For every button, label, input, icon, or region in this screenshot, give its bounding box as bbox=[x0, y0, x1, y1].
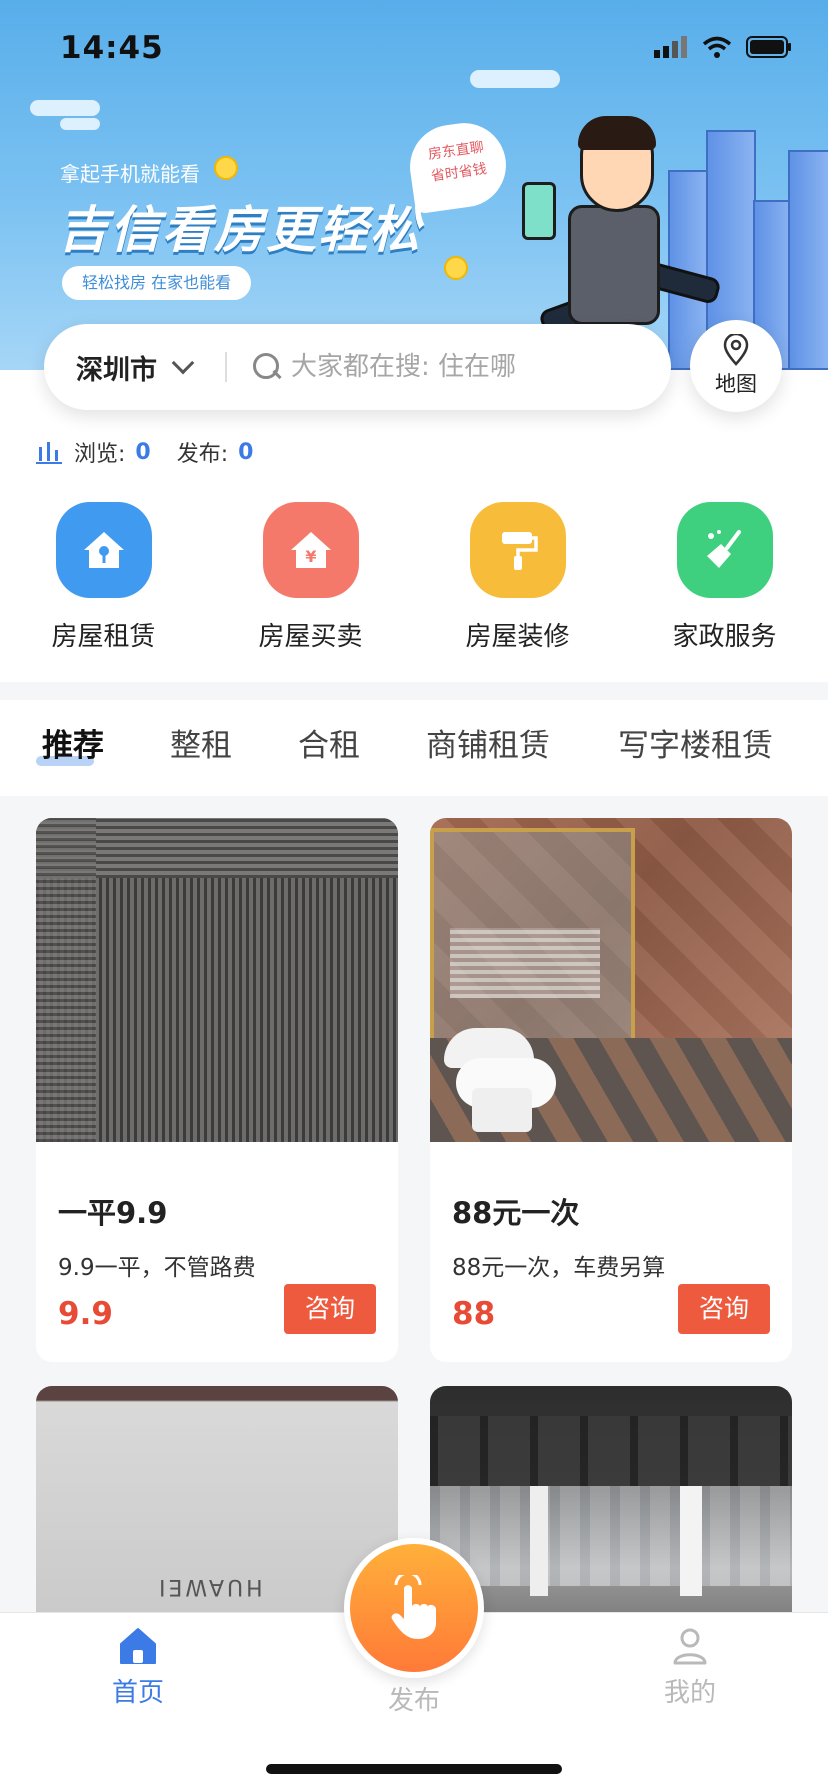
banner-pill: 轻松找房 在家也能看 bbox=[62, 266, 252, 300]
listing-card[interactable]: 一平9.9 9.9一平，不管路费 9.9 咨询 bbox=[36, 818, 398, 1362]
listing-title: 一平9.9 bbox=[58, 1196, 168, 1230]
search-input[interactable] bbox=[291, 352, 551, 382]
character-hair bbox=[578, 116, 656, 150]
tab-label: 我的 bbox=[663, 1678, 716, 1708]
listing-image bbox=[430, 818, 792, 1142]
publish-count: 0 bbox=[238, 439, 254, 465]
tab-whole-rent[interactable]: 整租 bbox=[170, 720, 232, 765]
listing-image bbox=[430, 1386, 792, 1646]
category-label: 房屋装修 bbox=[465, 622, 570, 652]
consult-button[interactable]: 咨询 bbox=[678, 1284, 770, 1334]
home-icon bbox=[120, 1628, 156, 1664]
tab-label: 首页 bbox=[111, 1678, 164, 1708]
status-time: 14:45 bbox=[60, 30, 164, 66]
character-body bbox=[568, 205, 660, 325]
category-housekeeping[interactable]: 家政服务 bbox=[621, 502, 828, 653]
search-bar: 深圳市 bbox=[44, 324, 671, 410]
listing-card[interactable] bbox=[430, 1386, 792, 1646]
coin-icon bbox=[214, 156, 238, 180]
house-yen-icon: ¥ bbox=[262, 502, 359, 598]
tab-publish[interactable]: 发布 bbox=[344, 1680, 484, 1717]
svg-text:¥: ¥ bbox=[305, 547, 316, 566]
tab-shop-rent[interactable]: 商铺租赁 bbox=[426, 720, 550, 765]
listing-desc: 88元一次，车费另算 bbox=[452, 1255, 666, 1281]
map-label: 地图 bbox=[715, 372, 757, 396]
tab-recommended[interactable]: 推荐 bbox=[42, 720, 104, 765]
listing-image bbox=[36, 818, 398, 1142]
publish-label: 发布: bbox=[176, 442, 229, 467]
tab-shared-rent[interactable]: 合租 bbox=[298, 720, 360, 765]
listing-title: 88元一次 bbox=[452, 1196, 580, 1230]
wifi-icon bbox=[702, 36, 732, 58]
coin-icon bbox=[444, 256, 468, 280]
listing-price: 9.9 bbox=[58, 1296, 113, 1332]
speech-bubble: 房东直聊 省时省钱 bbox=[404, 117, 512, 215]
phone-illustration bbox=[522, 182, 556, 240]
tab-label: 发布 bbox=[387, 1686, 440, 1716]
category-buy-sell[interactable]: ¥ 房屋买卖 bbox=[207, 502, 414, 653]
promo-banner[interactable]: 拿起手机就能看 吉信看房更轻松 轻松找房 在家也能看 房东直聊 省时省钱 14:… bbox=[0, 0, 828, 370]
cloud-decoration bbox=[30, 100, 100, 116]
category-label: 房屋租赁 bbox=[51, 622, 156, 652]
house-key-icon bbox=[55, 502, 152, 598]
category-rental[interactable]: 房屋租赁 bbox=[0, 502, 207, 653]
divider bbox=[225, 352, 227, 382]
bar-chart-icon bbox=[36, 442, 62, 464]
signal-icon bbox=[654, 36, 687, 58]
search-icon bbox=[253, 353, 281, 381]
map-button[interactable]: 地图 bbox=[690, 320, 782, 412]
home-indicator bbox=[266, 1764, 562, 1774]
banner-title: 吉信看房更轻松 bbox=[58, 201, 422, 259]
browse-label: 浏览: bbox=[74, 442, 126, 467]
tab-home[interactable]: 首页 bbox=[68, 1626, 208, 1709]
listing-card[interactable]: 88元一次 88元一次，车费另算 88 咨询 bbox=[430, 818, 792, 1362]
category-renovation[interactable]: 房屋装修 bbox=[414, 502, 621, 653]
battery-icon bbox=[746, 36, 791, 58]
cloud-decoration bbox=[60, 118, 100, 130]
chevron-down-icon[interactable] bbox=[171, 351, 195, 375]
browse-count: 0 bbox=[135, 439, 151, 465]
category-grid: 房屋租赁 ¥ 房屋买卖 房屋装修 家政服务 bbox=[0, 502, 828, 653]
paint-roller-icon bbox=[469, 502, 566, 598]
person-icon bbox=[673, 1628, 707, 1665]
listing-price: 88 bbox=[452, 1296, 496, 1332]
tab-mine[interactable]: 我的 bbox=[620, 1626, 760, 1709]
stats-row: 浏览: 0 发布: 0 bbox=[36, 436, 279, 468]
status-icons bbox=[654, 36, 792, 58]
tab-office-rent[interactable]: 写字楼租赁 bbox=[618, 720, 773, 765]
broom-icon bbox=[676, 502, 773, 598]
listing-desc: 9.9一平，不管路费 bbox=[58, 1255, 256, 1281]
huawei-logo-text: HUAWEI bbox=[156, 1574, 263, 1599]
map-pin-icon bbox=[723, 334, 749, 366]
city-selector[interactable]: 深圳市 bbox=[76, 348, 157, 387]
banner-subtitle: 拿起手机就能看 bbox=[60, 162, 200, 186]
publish-fab-button[interactable] bbox=[344, 1538, 484, 1678]
category-label: 房屋买卖 bbox=[258, 622, 363, 652]
category-label: 家政服务 bbox=[672, 622, 777, 652]
tap-hand-icon bbox=[391, 1575, 436, 1639]
consult-button[interactable]: 咨询 bbox=[284, 1284, 376, 1334]
cloud-decoration bbox=[470, 70, 560, 88]
